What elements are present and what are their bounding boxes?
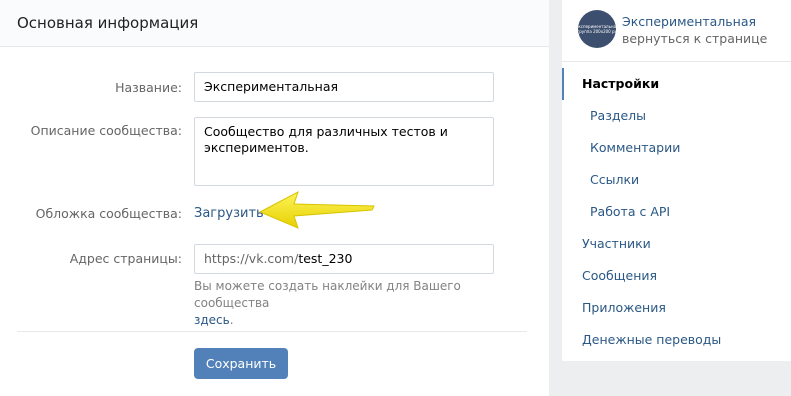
group-avatar[interactable]: Экспериментальная группа 200x200 px [578, 10, 616, 48]
sidebar-item-sections[interactable]: Разделы [562, 100, 791, 132]
divider [17, 331, 527, 332]
cover-upload-link[interactable]: Загрузить [194, 206, 264, 221]
main-settings-panel: Основная информация Название: Эксперимен… [0, 0, 549, 396]
hint-tail: . [229, 313, 234, 327]
sidebar-item-transfers[interactable]: Денежные переводы [562, 324, 791, 356]
sidebar-item-settings[interactable]: Настройки [562, 68, 791, 100]
sidebar-item-apps[interactable]: Приложения [562, 292, 791, 324]
address-prefix: https://vk.com/ [204, 251, 299, 266]
description-label: Описание сообщества: [30, 123, 182, 138]
address-input[interactable]: https://vk.com/test_230 [194, 244, 494, 274]
save-button[interactable]: Сохранить [194, 348, 288, 379]
sidebar-item-comments[interactable]: Комментарии [562, 132, 791, 164]
sidebar-item-links[interactable]: Ссылки [562, 164, 791, 196]
group-header[interactable]: Экспериментальная группа 200x200 px Эксп… [562, 0, 791, 62]
sidebar-item-messages[interactable]: Сообщения [562, 260, 791, 292]
cover-label: Обложка сообщества: [35, 206, 182, 221]
address-value: test_230 [298, 251, 353, 266]
yellow-arrow-icon [258, 190, 375, 229]
address-label: Адрес страницы: [69, 251, 182, 266]
hint-here-link[interactable]: здесь [194, 313, 230, 327]
name-label: Название: [115, 80, 182, 95]
panel-title: Основная информация [0, 0, 549, 47]
hint-text: Вы можете создать наклейки для Вашего со… [194, 279, 461, 310]
back-to-page-link[interactable]: вернуться к странице [622, 31, 767, 46]
sidebar-menu: Экспериментальная группа 200x200 px Эксп… [562, 0, 791, 361]
group-name-link[interactable]: Экспериментальная [622, 14, 756, 29]
sidebar-item-members[interactable]: Участники [562, 228, 791, 260]
description-textarea[interactable]: Сообщество для различных тестов и экспер… [194, 117, 494, 186]
sidebar-item-api[interactable]: Работа с API [562, 196, 791, 228]
stickers-hint: Вы можете создать наклейки для Вашего со… [194, 278, 524, 329]
name-input[interactable]: Экспериментальная [194, 72, 494, 102]
